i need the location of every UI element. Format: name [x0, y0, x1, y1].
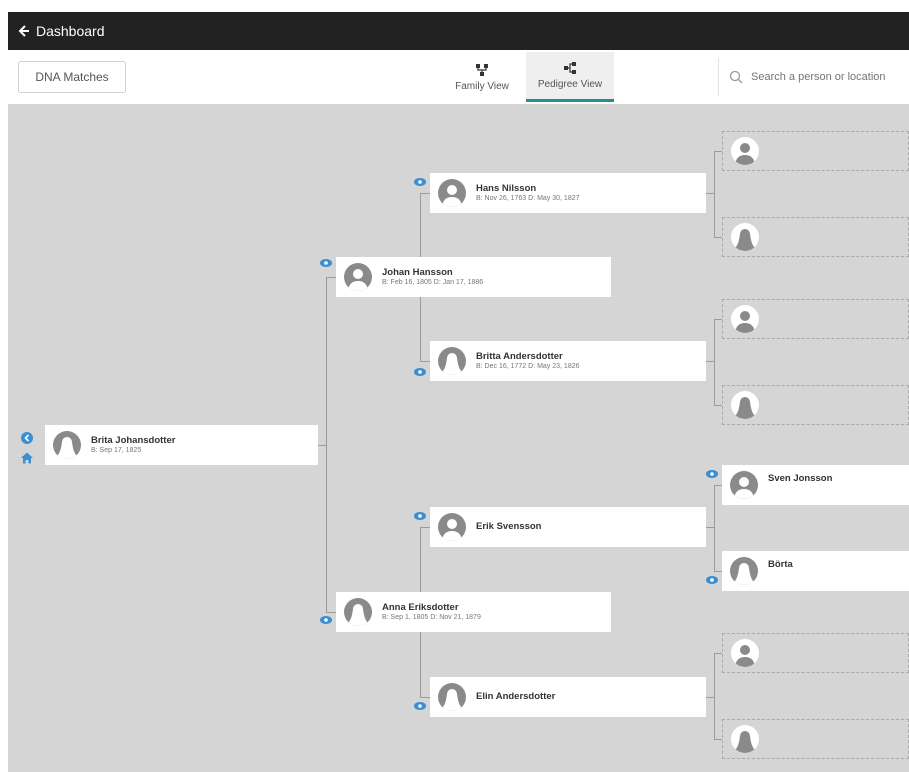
- connector-line: [714, 653, 722, 654]
- person-name: Sven Jonsson: [768, 473, 833, 484]
- avatar-female: [53, 431, 81, 459]
- connector-line: [714, 571, 722, 572]
- back-to-dashboard-link[interactable]: Dashboard: [8, 23, 105, 39]
- connector-line: [706, 193, 714, 194]
- add-person-placeholder[interactable]: [722, 217, 909, 257]
- connector-line: [420, 697, 430, 698]
- arrow-left-icon: [18, 25, 29, 37]
- avatar-male: [438, 179, 466, 207]
- connector-line: [706, 527, 714, 528]
- connector-line: [326, 277, 336, 278]
- back-label: Dashboard: [36, 23, 105, 39]
- connector-line: [714, 485, 722, 486]
- view-eye-icon[interactable]: [320, 615, 332, 625]
- person-name: Erik Svensson: [476, 521, 542, 533]
- toolbar: DNA Matches Family View Pedigree View: [8, 50, 909, 105]
- avatar-male: [344, 263, 372, 291]
- person-name: Börta: [768, 559, 793, 570]
- avatar-female: [731, 391, 759, 419]
- view-eye-icon[interactable]: [414, 367, 426, 377]
- tab-pedigree-view[interactable]: Pedigree View: [526, 52, 614, 102]
- view-tabs: Family View Pedigree View: [438, 52, 614, 102]
- add-person-placeholder[interactable]: [722, 299, 909, 339]
- connector-line: [714, 485, 715, 571]
- connector-line: [714, 319, 715, 405]
- person-card-paternal-grandmother[interactable]: Britta Andersdotter B: Dec 16, 1772 D: M…: [430, 341, 706, 381]
- connector-line: [326, 277, 327, 612]
- person-dates: B: Dec 16, 1772 D: May 23, 1826: [476, 362, 580, 370]
- add-person-placeholder[interactable]: [722, 385, 909, 425]
- side-icons: [20, 431, 34, 471]
- family-tree-icon: [476, 63, 488, 76]
- person-card-father[interactable]: Johan Hansson B: Feb 16, 1805 D: Jan 17,…: [336, 257, 611, 297]
- center-tree-icon[interactable]: [20, 431, 34, 445]
- person-name: Britta Andersdotter: [476, 351, 563, 363]
- connector-line: [714, 319, 722, 320]
- search-input[interactable]: [749, 70, 909, 84]
- view-eye-icon[interactable]: [320, 258, 332, 268]
- person-name: Hans Nilsson: [476, 183, 537, 195]
- avatar-male: [730, 471, 758, 499]
- connector-line: [318, 445, 326, 446]
- connector-line: [706, 697, 714, 698]
- connector-line: [420, 527, 430, 528]
- person-dates: B: Feb 16, 1805 D: Jan 17, 1886: [382, 278, 484, 286]
- tab-family-view-label: Family View: [455, 80, 509, 92]
- person-name: Johan Hansson: [382, 267, 453, 279]
- add-person-placeholder[interactable]: [722, 719, 909, 759]
- person-dates: B: Sep 17, 1825: [91, 446, 142, 454]
- top-bar: Dashboard: [8, 12, 909, 50]
- dna-matches-button[interactable]: DNA Matches: [18, 61, 126, 93]
- connector-line: [714, 739, 722, 740]
- avatar-male: [731, 137, 759, 165]
- avatar-female: [731, 223, 759, 251]
- person-name: Elin Andersdotter: [476, 691, 556, 703]
- connector-line: [420, 193, 430, 194]
- pedigree-icon: [564, 62, 576, 74]
- avatar-female: [730, 557, 758, 585]
- tab-pedigree-view-label: Pedigree View: [537, 79, 603, 90]
- search-box: [718, 58, 909, 96]
- avatar-female: [731, 725, 759, 753]
- connector-line: [714, 653, 715, 739]
- avatar-male: [438, 513, 466, 541]
- connector-line: [714, 151, 722, 152]
- connector-line: [714, 237, 722, 238]
- person-card-paternal-grandfather[interactable]: Hans Nilsson B: Nov 26, 1763 D: May 30, …: [430, 173, 706, 213]
- view-eye-icon[interactable]: [414, 177, 426, 187]
- person-card-maternal-grandmother[interactable]: Elin Andersdotter: [430, 677, 706, 717]
- person-dates: B: Sep 1, 1805 D: Nov 21, 1879: [382, 613, 481, 621]
- view-eye-icon[interactable]: [706, 575, 718, 585]
- connector-line: [714, 405, 722, 406]
- pedigree-canvas[interactable]: Brita Johansdotter B: Sep 17, 1825 Johan…: [8, 105, 909, 772]
- person-name: Anna Eriksdotter: [382, 602, 459, 614]
- add-person-placeholder[interactable]: [722, 131, 909, 171]
- avatar-female: [344, 598, 372, 626]
- avatar-male: [731, 639, 759, 667]
- connector-line: [714, 151, 715, 237]
- add-person-placeholder[interactable]: [722, 633, 909, 673]
- avatar-male: [731, 305, 759, 333]
- person-card-maternal-great-grandmother[interactable]: Börta: [722, 551, 909, 591]
- avatar-female: [438, 683, 466, 711]
- person-card-maternal-grandfather[interactable]: Erik Svensson: [430, 507, 706, 547]
- search-icon: [729, 70, 743, 84]
- avatar-female: [438, 347, 466, 375]
- person-name: Brita Johansdotter: [91, 435, 176, 447]
- connector-line: [706, 361, 714, 362]
- person-card-root[interactable]: Brita Johansdotter B: Sep 17, 1825: [45, 425, 318, 465]
- view-eye-icon[interactable]: [414, 511, 426, 521]
- person-card-mother[interactable]: Anna Eriksdotter B: Sep 1, 1805 D: Nov 2…: [336, 592, 611, 632]
- person-card-maternal-great-grandfather[interactable]: Sven Jonsson: [722, 465, 909, 505]
- home-icon[interactable]: [20, 451, 34, 465]
- person-dates: B: Nov 26, 1763 D: May 30, 1827: [476, 194, 580, 202]
- tab-family-view[interactable]: Family View: [438, 52, 526, 102]
- connector-line: [420, 361, 430, 362]
- view-eye-icon[interactable]: [414, 701, 426, 711]
- connector-line: [326, 612, 336, 613]
- view-eye-icon[interactable]: [706, 469, 718, 479]
